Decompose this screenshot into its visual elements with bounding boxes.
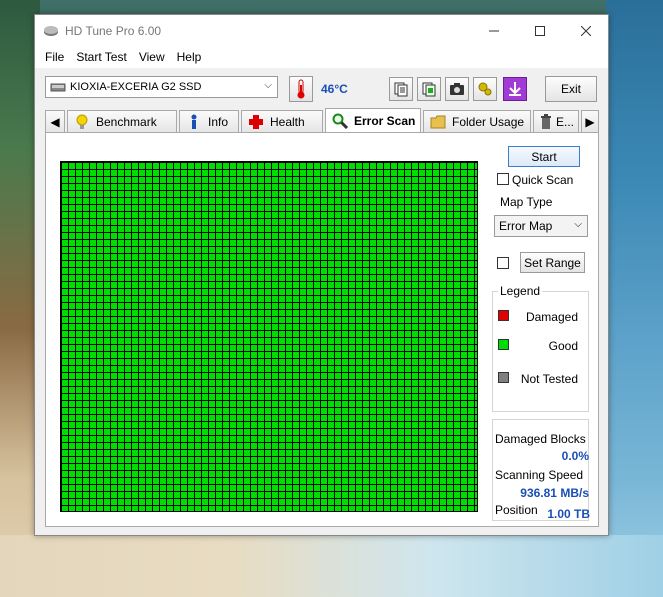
set-range-button[interactable]: Set Range (520, 252, 585, 273)
menu-start-test[interactable]: Start Test (70, 50, 132, 64)
health-cross-icon (248, 114, 264, 130)
map-type-select[interactable]: Error Map ⌵ (494, 215, 588, 237)
tab-scroll-left-icon[interactable]: ◀ (45, 110, 65, 132)
magnifier-icon (332, 113, 348, 129)
position-label: Position (495, 503, 538, 517)
menu-file[interactable]: File (39, 50, 70, 64)
start-button[interactable]: Start (508, 146, 580, 167)
scan-stats-group: Damaged Blocks 0.0% Scanning Speed 936.8… (492, 419, 589, 521)
app-window: HD Tune Pro 6.00 File Start Test View He… (34, 14, 609, 536)
legend-swatch-damaged (498, 310, 509, 321)
legend-swatch-not-tested (498, 372, 509, 383)
hdtune-app-icon (43, 23, 59, 39)
chevron-down-icon: ⌵ (264, 80, 272, 91)
desktop-background-bottom (0, 535, 663, 597)
quick-scan-checkbox[interactable] (497, 173, 509, 185)
tab-erase[interactable]: E... (533, 110, 579, 132)
menu-bar: File Start Test View Help (35, 46, 608, 68)
copy-screenshot-icon[interactable] (417, 77, 441, 101)
info-icon (186, 114, 202, 130)
drive-icon (50, 81, 66, 93)
scanning-speed-label: Scanning Speed (495, 468, 584, 482)
temperature-value: 46°C (321, 82, 348, 96)
desktop-background-right (606, 0, 663, 597)
menu-help[interactable]: Help (171, 50, 208, 64)
download-arrow-icon[interactable] (503, 77, 527, 101)
damaged-blocks-label: Damaged Blocks (495, 432, 586, 446)
legend-label-good: Good (548, 339, 578, 353)
legend-title: Legend (498, 284, 543, 298)
maximize-button[interactable] (517, 15, 563, 46)
exit-button[interactable]: Exit (545, 76, 597, 102)
scanning-speed-value: 936.81 MB/s (520, 486, 589, 500)
tab-benchmark[interactable]: Benchmark (67, 110, 177, 132)
toolbar: KIOXIA-EXCERIA G2 SSD ⌵ 46°C Exit (35, 68, 608, 102)
tab-folder-usage[interactable]: Folder Usage (423, 110, 531, 132)
camera-icon[interactable] (445, 77, 469, 101)
damaged-blocks-value: 0.0% (561, 449, 589, 463)
legend-swatch-good (498, 339, 509, 350)
thermometer-icon[interactable] (289, 76, 313, 102)
tab-info[interactable]: Info (179, 110, 239, 132)
folder-icon (430, 114, 446, 130)
error-scan-panel: Start Quick Scan Map Type Error Map ⌵ Se… (45, 132, 599, 527)
window-title: HD Tune Pro 6.00 (65, 23, 162, 38)
block-map-good-blocks (61, 162, 477, 511)
lightbulb-icon (74, 114, 90, 130)
tab-error-scan[interactable]: Error Scan (325, 108, 421, 132)
tab-health[interactable]: Health (241, 110, 323, 132)
title-bar: HD Tune Pro 6.00 (35, 15, 608, 46)
minimize-button[interactable] (471, 15, 517, 46)
error-scan-block-map (60, 161, 478, 512)
chevron-down-icon: ⌵ (574, 219, 582, 230)
legend-label-damaged: Damaged (525, 310, 578, 324)
tab-scroll-right-icon[interactable]: ▶ (581, 110, 599, 132)
tab-strip: ◀ Benchmark Info Health Error Scan Folde… (45, 108, 599, 132)
drive-select-value: KIOXIA-EXCERIA G2 SSD (70, 81, 202, 93)
map-type-title: Map Type (498, 195, 555, 209)
options-icon[interactable] (473, 77, 497, 101)
menu-view[interactable]: View (133, 50, 171, 64)
position-value: 1.00 TB (547, 507, 590, 521)
legend-label-not-tested: Not Tested (520, 372, 578, 386)
close-button[interactable] (563, 15, 609, 46)
drive-select[interactable]: KIOXIA-EXCERIA G2 SSD ⌵ (45, 76, 278, 98)
copy-text-icon[interactable] (389, 77, 413, 101)
trash-icon (538, 113, 554, 130)
set-range-checkbox[interactable] (497, 257, 509, 269)
quick-scan-label: Quick Scan (512, 173, 574, 187)
